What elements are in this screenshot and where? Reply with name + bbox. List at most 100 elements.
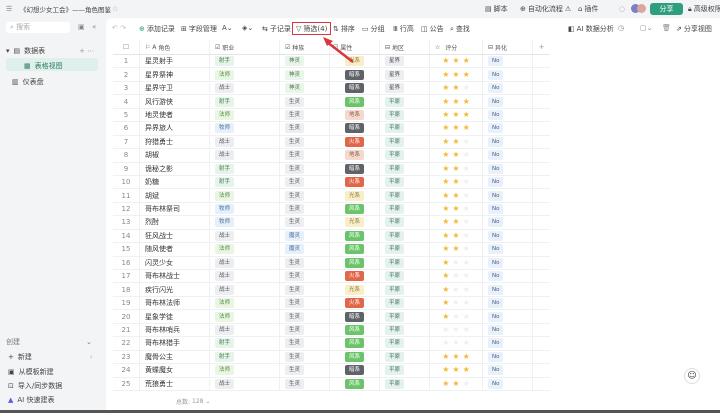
table-row[interactable]: 8 胡椒 战士 生灵 地系 平原 ★ ★ ★ No: [113, 149, 550, 163]
region-cell[interactable]: 平原: [380, 270, 430, 283]
region-cell[interactable]: 平原: [380, 149, 430, 162]
star-icon[interactable]: ★: [442, 366, 449, 374]
star-icon[interactable]: ★: [463, 218, 470, 226]
add-column-button[interactable]: +: [533, 40, 550, 54]
undo-icon[interactable]: ↶ ↷: [112, 24, 126, 32]
region-cell[interactable]: 平原: [380, 256, 430, 269]
race-cell[interactable]: 生灵: [280, 350, 330, 364]
race-cell[interactable]: 生灵: [280, 162, 330, 175]
star-icon[interactable]: ★: [463, 97, 470, 106]
race-cell[interactable]: 生灵: [280, 310, 330, 323]
rating-cell[interactable]: ★ ★ ★: [430, 122, 483, 135]
star-icon[interactable]: ★: [463, 57, 470, 65]
star-icon[interactable]: ★: [463, 124, 470, 132]
attr-cell[interactable]: 风系: [330, 337, 380, 350]
race-cell[interactable]: 生灵: [280, 270, 330, 283]
race-cell[interactable]: 生灵: [280, 337, 330, 350]
table-row[interactable]: 14 狂风战士 战士 魔灵 风系 平原 ★ ★ ★ No: [113, 229, 550, 244]
rating-cell[interactable]: ★ ★ ★: [430, 95, 483, 108]
job-cell[interactable]: 牧师: [210, 122, 280, 135]
sidebar-item-dashboard[interactable]: ▥ 仪表盘: [12, 77, 44, 87]
role-cell[interactable]: 星灵射手: [140, 55, 210, 68]
job-cell[interactable]: 法师: [210, 243, 280, 256]
role-cell[interactable]: 哥布林猎手: [140, 337, 210, 350]
race-cell[interactable]: 生灵: [280, 202, 330, 216]
rating-cell[interactable]: ★ ★ ★: [430, 202, 483, 216]
alienation-cell[interactable]: No: [483, 189, 533, 202]
job-cell[interactable]: 射手: [210, 95, 280, 108]
table-row[interactable]: 3 星界守卫 战士 神灵 暗系 星界 ★ ★ ★ No: [113, 81, 550, 96]
table-row[interactable]: 7 狩猎勇士 战士 生灵 火系 平原 ★ ★ ★ No: [113, 135, 550, 150]
alienation-cell[interactable]: No: [483, 270, 533, 283]
star-icon[interactable]: ★: [442, 258, 449, 267]
attr-cell[interactable]: 风系: [330, 256, 380, 269]
alienation-cell[interactable]: No: [483, 296, 533, 310]
star-icon[interactable]: ★: [463, 312, 470, 321]
region-cell[interactable]: 平原: [380, 189, 430, 202]
rating-cell[interactable]: ★ ★ ★: [430, 270, 483, 283]
alienation-cell[interactable]: No: [483, 122, 533, 135]
star-icon[interactable]: ★: [463, 151, 470, 159]
race-cell[interactable]: 神灵: [280, 68, 330, 81]
star-icon[interactable]: ★: [463, 258, 470, 267]
star-icon[interactable]: ★: [463, 245, 470, 253]
star-icon[interactable]: ★: [452, 70, 459, 79]
history-icon[interactable]: ◷: [618, 24, 624, 32]
attr-cell[interactable]: 火系: [330, 135, 380, 149]
rating-cell[interactable]: ★ ★ ★: [430, 323, 483, 337]
star-icon[interactable]: ★: [452, 137, 459, 146]
star-icon[interactable]: ★: [442, 137, 449, 146]
star-icon[interactable]: ★: [442, 205, 449, 213]
rating-cell[interactable]: ★ ★ ★: [430, 350, 483, 364]
star-icon[interactable]: ★: [463, 110, 470, 119]
star-icon[interactable]: ★: [452, 191, 459, 200]
role-cell[interactable]: 风行游侠: [140, 95, 210, 108]
find-button[interactable]: ⌕ 查找: [450, 24, 470, 34]
text-color-icon[interactable]: A⌄: [222, 24, 233, 32]
star-icon[interactable]: ★: [463, 285, 470, 294]
column-header-job[interactable]: ☑ 职业: [210, 40, 280, 54]
attr-cell[interactable]: 地系: [330, 149, 380, 162]
star-icon[interactable]: ★: [452, 366, 459, 374]
role-cell[interactable]: 烈酎: [140, 216, 210, 229]
alienation-cell[interactable]: No: [483, 175, 533, 189]
column-header-region[interactable]: ⊟ 地区: [380, 40, 430, 54]
rating-cell[interactable]: ★ ★ ★: [430, 283, 483, 296]
star-icon[interactable]: ★: [463, 352, 470, 361]
attr-cell[interactable]: 火系: [330, 296, 380, 310]
chevron-down-icon[interactable]: ⌄: [205, 398, 210, 405]
rating-cell[interactable]: ★ ★ ★: [430, 81, 483, 95]
star-icon[interactable]: ★: [463, 272, 470, 280]
attr-cell[interactable]: 火系: [330, 175, 380, 189]
select-all-checkbox[interactable]: ☐: [113, 40, 140, 54]
region-cell[interactable]: 平原: [380, 135, 430, 149]
race-cell[interactable]: 神灵: [280, 81, 330, 95]
star-icon[interactable]: ★: [452, 325, 459, 334]
role-cell[interactable]: 哥布林战士: [140, 270, 210, 283]
sidebar-item-table[interactable]: ▾ ▤ 数据表 + ⋯: [6, 46, 94, 56]
star-icon[interactable]: ★: [452, 352, 459, 361]
star-icon[interactable]: ★: [442, 312, 449, 321]
role-cell[interactable]: 荒狼勇士: [140, 377, 210, 390]
attr-cell[interactable]: 光系: [330, 283, 380, 296]
job-cell[interactable]: 射手: [210, 350, 280, 364]
role-cell[interactable]: 胡椒: [140, 149, 210, 162]
star-icon[interactable]: ★: [442, 245, 449, 253]
region-cell[interactable]: 平原: [380, 364, 430, 377]
star-icon[interactable]: ★: [442, 299, 449, 307]
role-cell[interactable]: 闪灵少女: [140, 256, 210, 269]
table-row[interactable]: 20 星象学徒 法师 生灵 暗系 平原 ★ ★ ★ No: [113, 310, 550, 324]
role-cell[interactable]: 诡秘之影: [140, 162, 210, 175]
star-icon[interactable]: ★: [442, 124, 449, 132]
script-button[interactable]: ▤ 脚本: [485, 4, 508, 14]
star-icon[interactable]: ★: [442, 57, 449, 65]
notice-button[interactable]: ◫ 公告: [421, 24, 444, 34]
region-cell[interactable]: 星界: [380, 81, 430, 95]
race-cell[interactable]: 魔灵: [280, 243, 330, 256]
rating-cell[interactable]: ★ ★ ★: [430, 377, 483, 390]
role-cell[interactable]: 哥布林哨兵: [140, 323, 210, 337]
rating-cell[interactable]: ★ ★ ★: [430, 135, 483, 149]
table-row[interactable]: 16 闪灵少女 战士 生灵 风系 平原 ★ ★ ★ No: [113, 256, 550, 270]
alienation-cell[interactable]: No: [483, 350, 533, 364]
rating-cell[interactable]: ★ ★ ★: [430, 108, 483, 122]
